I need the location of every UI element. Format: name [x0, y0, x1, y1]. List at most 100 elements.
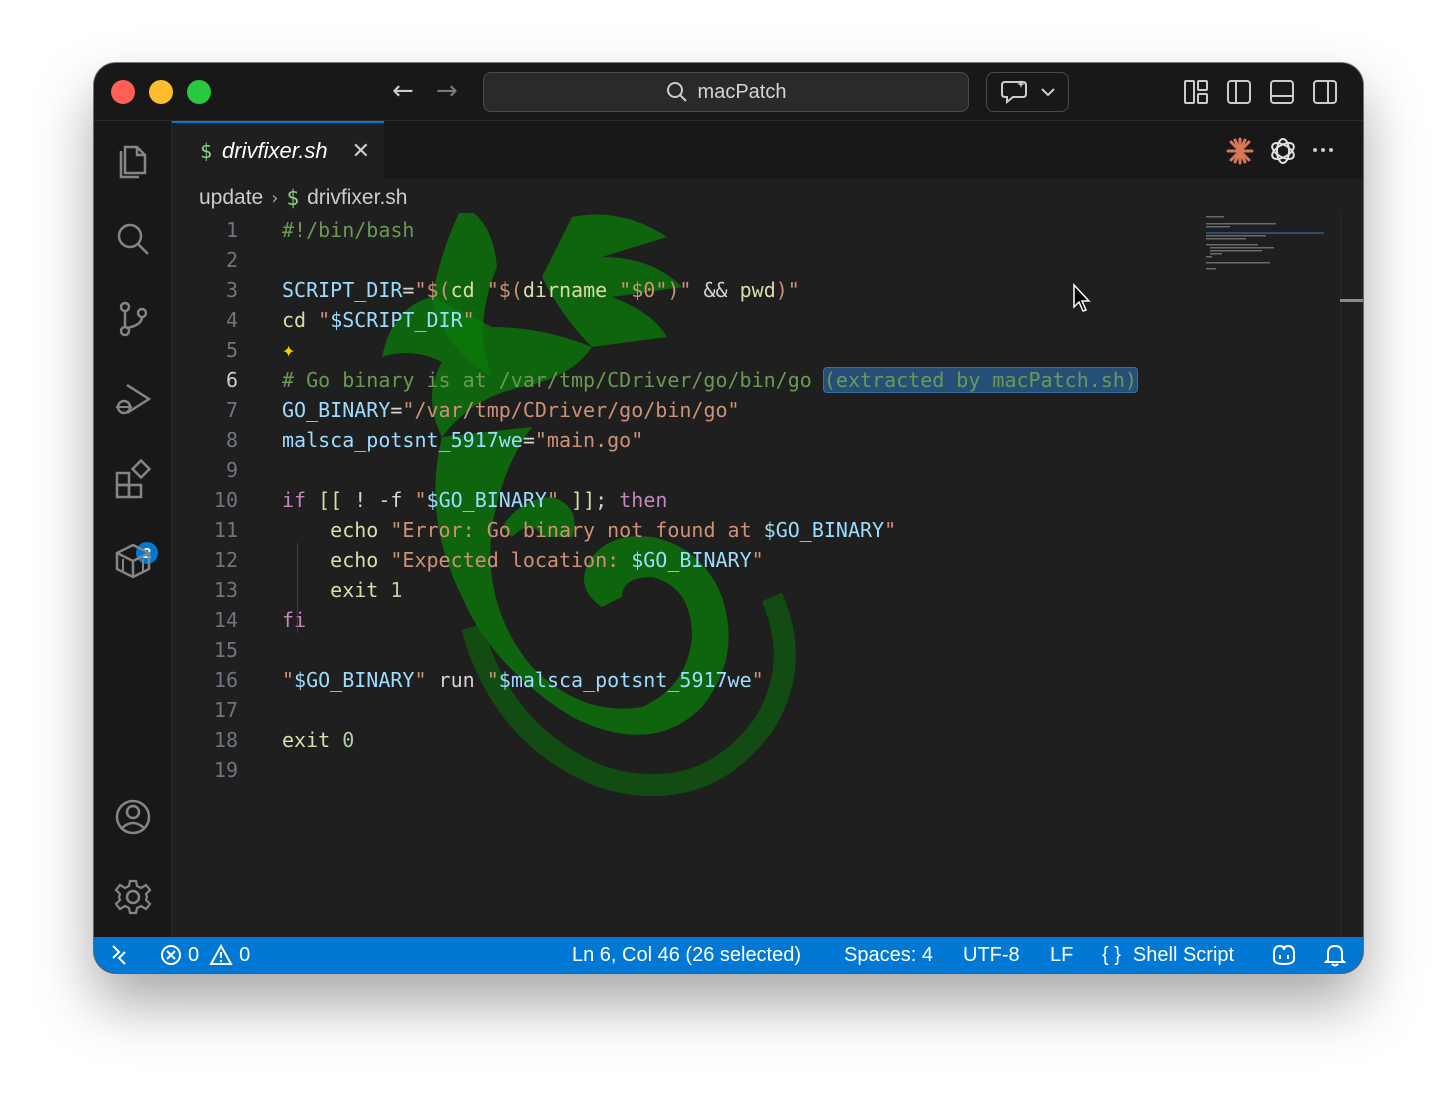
- line-number: 7: [225, 398, 238, 422]
- line-number: 13: [213, 578, 238, 602]
- zoom-window-button[interactable]: [187, 80, 211, 104]
- run-and-debug-icon[interactable]: [113, 379, 153, 419]
- code-token: run: [426, 668, 487, 692]
- code-token: [[: [318, 488, 343, 512]
- code-line[interactable]: 3 SCRIPT_DIR="$(cd "$(dirname "$0")" && p…: [172, 275, 1332, 305]
- code-line[interactable]: 1 #!/bin/bash: [172, 215, 1332, 245]
- openai-icon[interactable]: [1268, 136, 1298, 166]
- shell-file-icon: $: [286, 186, 300, 210]
- code-line[interactable]: 13 exit 1: [172, 575, 1332, 605]
- code-line[interactable]: 7 GO_BINARY="/var/tmp/CDriver/go/bin/go": [172, 395, 1332, 425]
- accounts-icon[interactable]: [113, 797, 153, 837]
- toggle-panel-icon[interactable]: [1269, 79, 1295, 105]
- code-token: # Go binary is at /var/tmp/CDriver/go/bi…: [282, 368, 824, 392]
- cursor-position[interactable]: Ln 6, Col 46 (26 selected): [572, 937, 801, 973]
- code-token: cd: [450, 278, 475, 302]
- code-line[interactable]: 8 malsca_potsnt_5917we="main.go": [172, 425, 1332, 455]
- shell-file-icon: $: [200, 139, 213, 163]
- indent-guide: [297, 543, 298, 633]
- line-code: echo "Error: Go binary not found at $GO_…: [282, 515, 896, 545]
- line-number: 2: [225, 248, 238, 272]
- code-line[interactable]: 6 # Go binary is at /var/tmp/CDriver/go/b…: [172, 365, 1332, 395]
- extensions-icon[interactable]: [113, 459, 153, 499]
- toggle-primary-sidebar-icon[interactable]: [1226, 79, 1252, 105]
- command-center-search[interactable]: macPatch: [483, 72, 969, 112]
- code-line[interactable]: 5 ✦: [172, 335, 1332, 365]
- code-line[interactable]: 14 fi: [172, 605, 1332, 635]
- line-code: "$GO_BINARY" run "$malsca_potsnt_5917we": [282, 665, 764, 695]
- breadcrumb: update › $ drivfixer.sh: [199, 183, 407, 213]
- language-label: Shell Script: [1132, 943, 1235, 966]
- code-token: "/var/tmp/CDriver/go/bin/go": [402, 398, 740, 422]
- indentation-setting[interactable]: Spaces: 4: [844, 937, 933, 973]
- forward-arrow-icon[interactable]: →: [436, 77, 458, 105]
- line-number: 14: [213, 608, 238, 632]
- more-actions-icon[interactable]: [1312, 147, 1334, 153]
- line-code: fi: [282, 605, 306, 635]
- code-line[interactable]: 11 echo "Error: Go binary not found at $…: [172, 515, 1332, 545]
- settings-gear-icon[interactable]: [113, 877, 153, 917]
- remote-explorer-icon[interactable]: [113, 539, 153, 579]
- minimap[interactable]: [1204, 215, 1324, 275]
- ai-sparkle-icon[interactable]: ✦: [282, 336, 295, 366]
- code-line[interactable]: 17: [172, 695, 1332, 725]
- code-token: $malsca_potsnt_5917we: [498, 668, 752, 692]
- code-line[interactable]: 12 echo "Expected location: $GO_BINARY": [172, 545, 1332, 575]
- line-code: exit 0: [282, 725, 354, 755]
- code-token: "Error: Go binary not found at: [378, 518, 764, 542]
- code-token: $GO_BINARY: [426, 488, 547, 512]
- code-token: "$0")": [607, 278, 704, 302]
- minimize-window-button[interactable]: [149, 80, 173, 104]
- encoding-setting[interactable]: UTF-8: [963, 937, 1020, 973]
- toggle-secondary-sidebar-icon[interactable]: [1312, 79, 1338, 105]
- chat-button[interactable]: [986, 72, 1069, 112]
- claude-starburst-icon[interactable]: [1226, 137, 1254, 165]
- customize-layout-icon[interactable]: [1183, 79, 1209, 105]
- line-code: # Go binary is at /var/tmp/CDriver/go/bi…: [282, 365, 1138, 395]
- copilot-status[interactable]: [1270, 937, 1298, 973]
- close-icon[interactable]: ✕: [352, 139, 370, 164]
- breadcrumb-file[interactable]: drivfixer.sh: [307, 186, 407, 210]
- vertical-scrollbar[interactable]: [1340, 213, 1363, 937]
- code-token: SCRIPT_DIR: [282, 278, 403, 302]
- explorer-files-icon[interactable]: [113, 139, 153, 179]
- chevron-right-icon: ›: [271, 187, 279, 209]
- line-number: 10: [213, 488, 238, 512]
- problems-indicator[interactable]: 0 0: [160, 937, 250, 973]
- line-ending-setting[interactable]: LF: [1050, 937, 1073, 973]
- code-line[interactable]: 4 cd "$SCRIPT_DIR": [172, 305, 1332, 335]
- breadcrumb-folder[interactable]: update: [199, 186, 263, 210]
- line-number: 19: [213, 758, 238, 782]
- code-token: =: [402, 278, 415, 302]
- code-token: exit: [282, 728, 331, 752]
- copilot-icon: [1273, 944, 1295, 966]
- code-line[interactable]: 9: [172, 455, 1332, 485]
- back-arrow-icon[interactable]: ←: [392, 77, 414, 105]
- editor-tab-bar: $ drivfixer.sh ✕: [172, 121, 1363, 179]
- code-token: (extracted by macPatch.sh): [822, 367, 1138, 393]
- tab-drivfixer[interactable]: $ drivfixer.sh ✕: [172, 121, 384, 179]
- code-token: 1: [390, 578, 403, 602]
- code-line[interactable]: 2: [172, 245, 1332, 275]
- code-token: #!/bin/bash: [282, 218, 415, 242]
- code-line[interactable]: 16 "$GO_BINARY" run "$malsca_potsnt_5917w…: [172, 665, 1332, 695]
- remote-indicator[interactable]: [108, 937, 130, 973]
- scrollbar-cursor-marker: [1340, 299, 1363, 302]
- code-token: ": [884, 518, 897, 542]
- code-line[interactable]: 15: [172, 635, 1332, 665]
- language-mode[interactable]: { } Shell Script: [1102, 937, 1234, 973]
- notifications[interactable]: [1324, 937, 1346, 973]
- code-editor[interactable]: 1 #!/bin/bash 2 3 SCRIPT_DIR="$(cd "$(dirnam…: [172, 213, 1340, 937]
- search-icon[interactable]: [113, 219, 153, 259]
- code-line[interactable]: 10 if [[ ! -f "$GO_BINARY" ]]; then: [172, 485, 1332, 515]
- close-window-button[interactable]: [111, 80, 135, 104]
- line-number: 8: [225, 428, 238, 452]
- code-token: ": [486, 668, 499, 692]
- mouse-pointer-icon: [1073, 283, 1091, 312]
- code-line[interactable]: 19: [172, 755, 1332, 785]
- source-control-icon[interactable]: [113, 299, 153, 339]
- code-token: =: [390, 398, 403, 422]
- code-line[interactable]: 18 exit 0: [172, 725, 1332, 755]
